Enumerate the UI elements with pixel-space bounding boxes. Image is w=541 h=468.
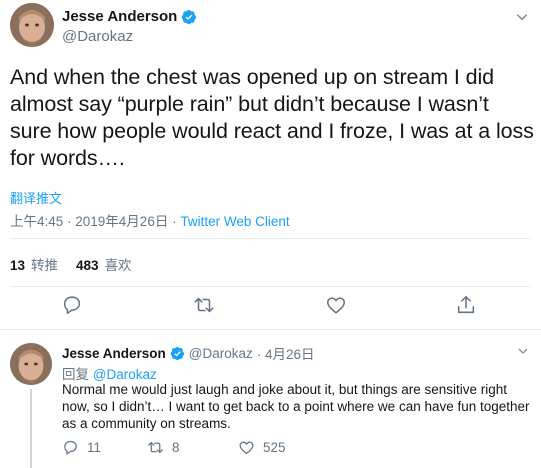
avatar-photo — [10, 3, 54, 47]
verified-badge-icon — [182, 9, 197, 24]
chevron-down-icon[interactable] — [515, 10, 529, 24]
reply-reply-action[interactable]: 11 — [62, 439, 101, 456]
tweet-timestamp-row: 上午4:45 · 2019年4月26日 · Twitter Web Client — [10, 210, 290, 230]
author-name-text[interactable]: Jesse Anderson — [62, 8, 177, 25]
retweet-icon[interactable] — [193, 294, 215, 316]
verified-badge-icon — [170, 346, 184, 360]
likes-count: 483 — [76, 258, 99, 273]
likes-label: 喜欢 — [104, 258, 132, 273]
timestamp[interactable]: 上午4:45 · 2019年4月26日 — [10, 214, 168, 229]
reply-header: Jesse Anderson @Darokaz · 4月26日 — [62, 343, 315, 363]
heart-icon[interactable] — [325, 294, 347, 316]
avatar-photo — [10, 343, 52, 385]
author-handle[interactable]: @Darokaz — [62, 28, 133, 45]
main-tweet: Jesse Anderson @Darokaz And when the che… — [0, 0, 541, 330]
retweets-label: 转推 — [31, 258, 59, 273]
reply-bubble-icon[interactable] — [62, 439, 79, 456]
retweets-count: 13 — [10, 258, 26, 273]
reply-date[interactable]: · 4月26日 — [257, 343, 315, 363]
retweet-count: 8 — [172, 440, 180, 455]
reply-count: 11 — [87, 440, 102, 455]
author-name[interactable]: Jesse Anderson — [62, 8, 197, 25]
replying-to-handle[interactable]: @Darokaz — [93, 367, 157, 382]
meta-separator: · — [168, 214, 181, 229]
tweet-actions — [0, 294, 541, 322]
reply-retweet-action[interactable]: 8 — [147, 439, 180, 456]
reply-actions: 11 8 525 — [62, 439, 362, 459]
chevron-down-icon[interactable] — [517, 345, 529, 357]
likes-stat[interactable]: 483 喜欢 — [76, 254, 132, 274]
reply-author-handle[interactable]: @Darokaz — [189, 346, 253, 361]
tweet-text: And when the chest was opened up on stre… — [10, 65, 534, 170]
reply-bubble-icon[interactable] — [61, 294, 83, 316]
divider — [10, 286, 531, 287]
tweet-stats: 13 转推 483 喜欢 — [10, 254, 132, 274]
translate-tweet-link[interactable]: 翻译推文 — [10, 188, 62, 207]
divider — [10, 238, 531, 239]
reply-text: Normal me would just laugh and joke abou… — [62, 382, 530, 431]
reply-author-name[interactable]: Jesse Anderson — [62, 346, 166, 361]
thread-line — [30, 389, 32, 468]
replying-to: 回复 @Darokaz — [62, 363, 157, 383]
avatar[interactable] — [10, 3, 54, 47]
reply-like-action[interactable]: 525 — [238, 439, 286, 456]
retweets-stat[interactable]: 13 转推 — [10, 254, 58, 274]
retweet-icon[interactable] — [147, 439, 164, 456]
client-link[interactable]: Twitter Web Client — [180, 214, 289, 229]
avatar[interactable] — [10, 343, 52, 385]
reply-tweet[interactable]: Jesse Anderson @Darokaz · 4月26日 回复 @Daro… — [0, 331, 541, 468]
like-count: 525 — [263, 440, 286, 455]
replying-to-label: 回复 — [62, 367, 89, 382]
share-icon[interactable] — [455, 294, 477, 316]
heart-icon[interactable] — [238, 439, 255, 456]
